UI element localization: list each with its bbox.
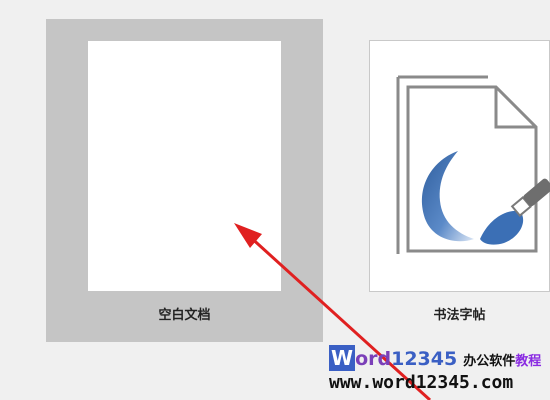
watermark-logo-text: ord: [355, 348, 392, 370]
template-blank-document[interactable]: 空白文档: [46, 19, 323, 342]
watermark-logo-digits: 12345: [391, 348, 458, 370]
watermark-url: www.word12345.com: [329, 372, 514, 393]
template-label: 书法字帖: [433, 307, 486, 322]
watermark-brand: Word12345 办公软件教程: [329, 345, 541, 375]
template-label: 空白文档: [158, 307, 211, 322]
site-watermark: Word12345 办公软件教程 www.word12345.com: [323, 343, 550, 400]
watermark-tagline: 办公软件: [463, 354, 516, 369]
blank-page-icon: [88, 41, 281, 291]
calligraphy-brush-icon: [396, 75, 550, 254]
template-calligraphy[interactable]: 书法字帖: [369, 40, 550, 342]
calligraphy-thumbnail: [369, 40, 550, 292]
watermark-logo-letter: W: [329, 345, 356, 371]
watermark-tagline-accent: 教程: [515, 354, 542, 369]
